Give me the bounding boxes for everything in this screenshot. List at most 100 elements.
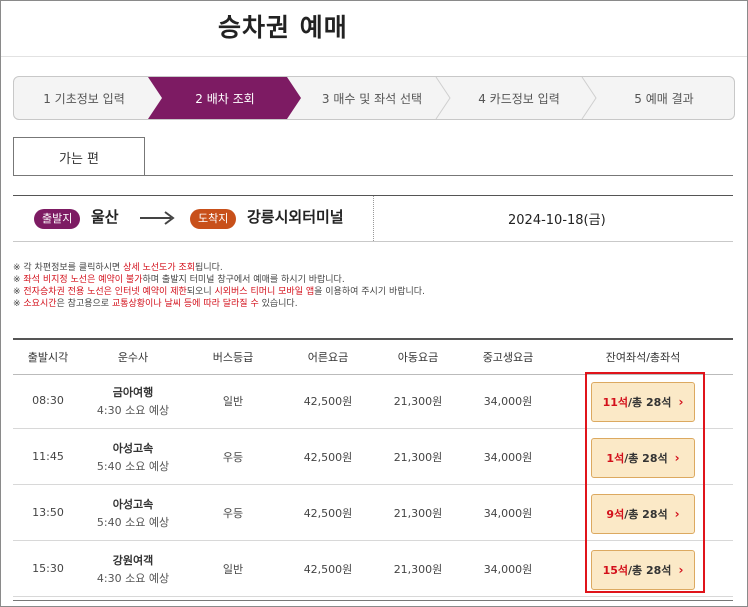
total-seats: /총 28석 <box>628 564 672 577</box>
seat-select-button[interactable]: 15석 /총 28석 › <box>591 550 695 590</box>
col-child-fare: 아동요금 <box>397 351 439 364</box>
chevron-right-icon: › <box>678 563 684 577</box>
col-youth-fare: 중고생요금 <box>482 351 534 364</box>
notice-highlight: 시외버스 티머니 모바일 앱 <box>214 287 315 297</box>
notice-text: ※ <box>13 275 24 285</box>
seat-select-button[interactable]: 9석 /총 28석 › <box>591 494 695 534</box>
notice-line: ※ 좌석 비지정 노선은 예약이 불가하며 출발지 터미널 창구에서 예매를 하… <box>13 274 425 286</box>
table-bottom-border <box>13 600 733 601</box>
adult-fare: 42,500원 <box>303 506 353 520</box>
departure-place: 울산 <box>91 208 119 226</box>
chevron-right-icon: › <box>674 451 680 465</box>
col-seats: 잔여좌석/총좌석 <box>605 351 681 364</box>
table-header: 출발시각 운수사 버스등급 어른요금 아동요금 중고생요금 잔여좌석/총좌석 <box>13 338 733 375</box>
remaining-seats: 11석 <box>602 396 629 409</box>
table-row[interactable]: 11:45 아성고속 5:40 소요 예상 우등 42,500원 21,300원… <box>13 429 733 485</box>
departure-date: 2024-10-18(금) <box>508 213 606 228</box>
route-summary: 출발지 울산 도착지 강릉시외터미널 2024-10-18(금) <box>13 195 733 242</box>
departure-time: 15:30 <box>32 562 64 575</box>
departure-time: 11:45 <box>32 450 64 463</box>
notice-line: ※ 전자승차권 전용 노선은 인터넷 예약이 제한되오니 시외버스 티머니 모바… <box>13 286 425 298</box>
notice-highlight: 소요시간 <box>23 299 57 309</box>
arrival-badge: 도착지 <box>190 209 237 229</box>
remaining-seats: 1석 <box>606 452 625 465</box>
total-seats: /총 28석 <box>624 508 668 521</box>
page-title: 승차권 예매 <box>218 13 348 42</box>
notice-list: ※ 각 차편정보를 클릭하시면 상세 노선도가 조회됩니다. ※ 좌석 비지정 노… <box>13 262 425 310</box>
child-fare: 21,300원 <box>393 450 443 464</box>
step-indicator: 1 기초정보 입력 2 배차 조회 3 매수 및 좌석 선택 4 카드정보 입력… <box>13 76 735 120</box>
notice-text: ※ 각 차편정보를 클릭하시면 <box>13 263 124 273</box>
remaining-seats: 9석 <box>606 508 625 521</box>
right-arrow-icon <box>140 211 175 225</box>
adult-fare: 42,500원 <box>303 394 353 408</box>
notice-highlight: 상세 노선도가 조회 <box>123 263 196 273</box>
col-carrier: 운수사 <box>117 351 149 364</box>
departure-time: 08:30 <box>32 394 64 407</box>
carrier-cell: 아성고속 5:40 소요 예상 <box>83 429 183 484</box>
notice-line: ※ 소요시간은 참고용으로 교통상황이나 날씨 등에 따라 달라질 수 있습니다… <box>13 298 425 310</box>
notice-text: 하며 출발지 터미널 창구에서 예매를 하시기 바랍니다. <box>142 275 345 285</box>
total-seats: /총 28석 <box>624 452 668 465</box>
carrier-cell: 금아여행 4:30 소요 예상 <box>83 373 183 428</box>
departure-time: 13:50 <box>32 506 64 519</box>
col-departure-time: 출발시각 <box>27 351 69 364</box>
youth-fare: 34,000원 <box>483 506 533 520</box>
table-row[interactable]: 15:30 강원여객 4:30 소요 예상 일반 42,500원 21,300원… <box>13 541 733 597</box>
child-fare: 21,300원 <box>393 562 443 576</box>
seat-select-button[interactable]: 11석 /총 28석 › <box>591 382 695 422</box>
notice-text: 됩니다. <box>195 263 223 273</box>
title-divider <box>1 56 747 57</box>
notice-text: ※ <box>13 299 24 309</box>
bus-grade: 우등 <box>222 450 244 464</box>
duration: 5:40 소요 예상 <box>96 459 170 473</box>
notice-text: ※ <box>13 287 24 297</box>
duration: 5:40 소요 예상 <box>96 515 170 529</box>
bus-grade: 일반 <box>222 562 244 576</box>
carrier-name: 금아여행 <box>112 385 154 399</box>
col-adult-fare: 어른요금 <box>307 351 349 364</box>
step-3: 3 매수 및 좌석 선택 <box>321 91 423 106</box>
tab-divider <box>13 175 733 176</box>
duration: 4:30 소요 예상 <box>96 571 170 585</box>
adult-fare: 42,500원 <box>303 562 353 576</box>
step-5: 5 예매 결과 <box>634 91 694 106</box>
bus-grade: 일반 <box>222 394 244 408</box>
youth-fare: 34,000원 <box>483 562 533 576</box>
table-row[interactable]: 13:50 아성고속 5:40 소요 예상 우등 42,500원 21,300원… <box>13 485 733 541</box>
carrier-cell: 아성고속 5:40 소요 예상 <box>83 485 183 540</box>
youth-fare: 34,000원 <box>483 394 533 408</box>
notice-highlight: 좌석 비지정 노선은 예약이 불가 <box>23 275 143 285</box>
notice-text: 을 이용하여 주시기 바랍니다. <box>314 287 425 297</box>
youth-fare: 34,000원 <box>483 450 533 464</box>
total-seats: /총 28석 <box>628 396 672 409</box>
step-1: 1 기초정보 입력 <box>43 91 125 106</box>
notice-text: 은 참고용으로 <box>56 299 112 309</box>
bus-grade: 우등 <box>222 506 244 520</box>
remaining-seats: 15석 <box>602 564 629 577</box>
notice-text: 되오니 <box>186 287 215 297</box>
route-divider <box>373 196 374 241</box>
adult-fare: 42,500원 <box>303 450 353 464</box>
carrier-name: 아성고속 <box>112 441 154 455</box>
notice-text: 있습니다. <box>258 299 298 309</box>
step-2-active: 2 배차 조회 <box>195 91 255 106</box>
notice-highlight: 전자승차권 전용 노선은 인터넷 예약이 제한 <box>23 287 187 297</box>
chevron-right-icon: › <box>678 395 684 409</box>
tab-outbound[interactable]: 가는 편 <box>13 137 145 176</box>
departure-badge: 출발지 <box>34 209 81 229</box>
carrier-name: 아성고속 <box>112 497 154 511</box>
step-4: 4 카드정보 입력 <box>478 91 560 106</box>
col-bus-grade: 버스등급 <box>212 351 254 364</box>
carrier-cell: 강원여객 4:30 소요 예상 <box>83 541 183 596</box>
child-fare: 21,300원 <box>393 394 443 408</box>
notice-highlight: 교통상황이나 날씨 등에 따라 달라질 수 <box>111 299 259 309</box>
arrival-place: 강릉시외터미널 <box>247 208 344 226</box>
seat-select-button[interactable]: 1석 /총 28석 › <box>591 438 695 478</box>
child-fare: 21,300원 <box>393 506 443 520</box>
carrier-name: 강원여객 <box>112 553 154 567</box>
duration: 4:30 소요 예상 <box>96 403 170 417</box>
table-row[interactable]: 08:30 금아여행 4:30 소요 예상 일반 42,500원 21,300원… <box>13 373 733 429</box>
chevron-right-icon: › <box>674 507 680 521</box>
notice-line: ※ 각 차편정보를 클릭하시면 상세 노선도가 조회됩니다. <box>13 262 425 274</box>
